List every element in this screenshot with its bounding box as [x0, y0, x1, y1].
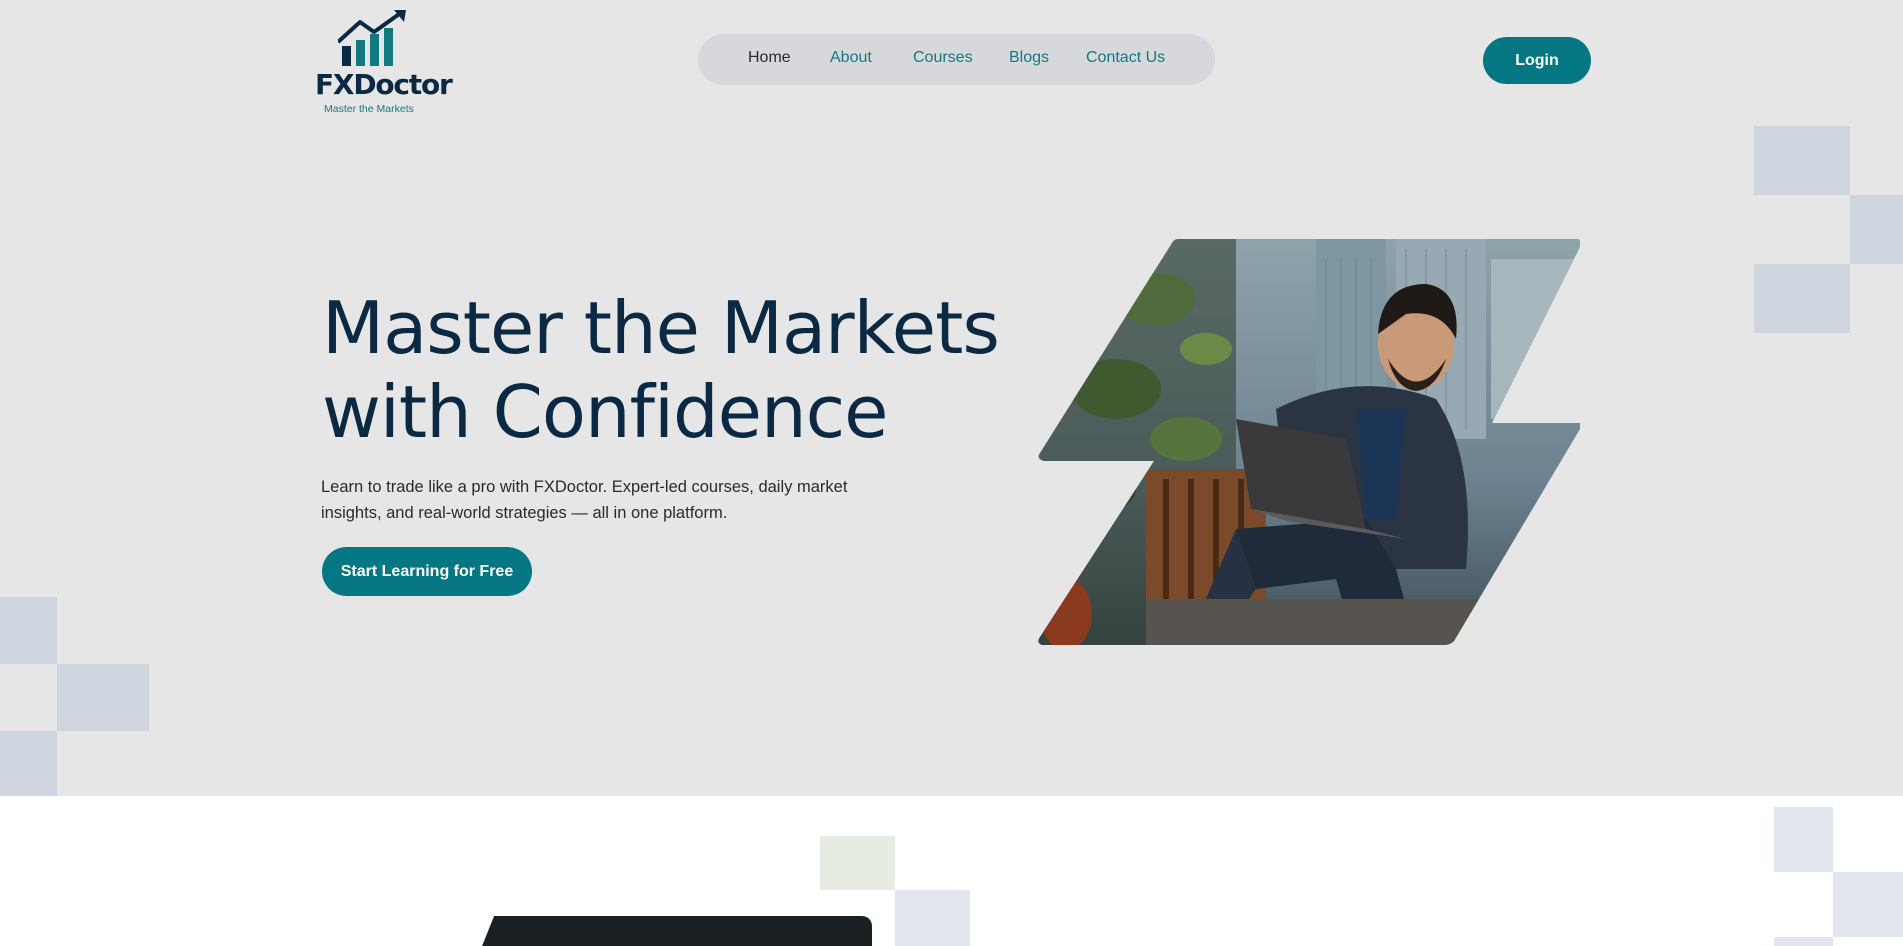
login-button[interactable]: Login — [1483, 37, 1591, 84]
start-learning-button[interactable]: Start Learning for Free — [322, 547, 532, 596]
decor-square — [1774, 937, 1833, 946]
decor-square — [895, 890, 970, 946]
decor-square — [1774, 807, 1833, 872]
decor-square — [0, 597, 57, 664]
hero-title-line-1: Master the Markets — [322, 286, 1000, 370]
logo[interactable]: FXDoctor Master the Markets — [312, 10, 453, 115]
section-image-card — [470, 916, 872, 946]
nav-contact-us[interactable]: Contact Us — [1086, 49, 1165, 67]
man-with-laptop-photo — [1038, 239, 1580, 645]
decor-square — [1754, 264, 1850, 333]
nav-home[interactable]: Home — [748, 49, 791, 67]
hero-image — [1036, 239, 1580, 645]
nav-about[interactable]: About — [830, 49, 872, 67]
nav-blogs[interactable]: Blogs — [1009, 49, 1049, 67]
decor-square — [1754, 126, 1850, 195]
hero-title-line-2: with Confidence — [322, 370, 888, 454]
decor-square — [1833, 872, 1903, 937]
decor-square — [820, 836, 895, 890]
decor-square — [1850, 195, 1903, 264]
decor-square — [57, 664, 149, 731]
nav-courses[interactable]: Courses — [913, 49, 973, 67]
main-nav: Home About Courses Blogs Contact Us — [698, 34, 1215, 85]
decor-square — [0, 731, 57, 796]
hero-section: FXDoctor Master the Markets Home About C… — [0, 0, 1903, 796]
next-section — [0, 796, 1903, 946]
logo-tagline: Master the Markets — [324, 103, 414, 115]
hero-description: Learn to trade like a pro with FXDoctor.… — [321, 478, 848, 522]
bar-chart-arrow-icon — [338, 10, 406, 66]
hero-title: Master the Markets with Confidence — [322, 286, 1022, 454]
logo-wordmark: FXDoctor — [315, 68, 453, 101]
